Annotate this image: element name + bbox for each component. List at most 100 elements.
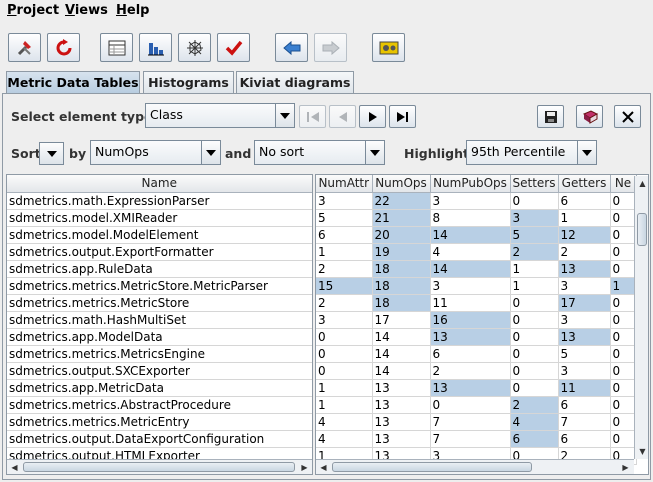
metric-value-cell[interactable]: 0 bbox=[610, 328, 637, 346]
metric-value-cell[interactable]: 12 bbox=[558, 226, 611, 244]
element-name-cell[interactable]: sdmetrics.output.ExportFormatter bbox=[7, 243, 312, 261]
element-name-cell[interactable]: sdmetrics.metrics.MetricEntry bbox=[7, 413, 312, 431]
check-rules-button[interactable] bbox=[217, 33, 250, 62]
table-row[interactable]: sdmetrics.metrics.MetricStore.MetricPars… bbox=[7, 277, 312, 295]
metric-value-cell[interactable]: 14 bbox=[430, 260, 511, 278]
element-name-cell[interactable]: sdmetrics.metrics.MetricStore bbox=[7, 294, 312, 312]
back-button[interactable] bbox=[275, 33, 308, 62]
forward-button[interactable] bbox=[314, 33, 347, 62]
metric-value-cell[interactable]: 7 bbox=[430, 430, 511, 448]
table-row[interactable]: sdmetrics.app.ModelData bbox=[7, 328, 312, 346]
table-row[interactable]: sdmetrics.app.RuleData bbox=[7, 260, 312, 278]
metric-value-cell[interactable]: 13 bbox=[372, 379, 431, 397]
metric-value-cell[interactable]: 0 bbox=[610, 396, 637, 414]
table-row[interactable]: sdmetrics.output.SXCExporter bbox=[7, 362, 312, 380]
scroll-right-icon[interactable]: ▶ bbox=[618, 460, 633, 474]
table-row[interactable]: 4 13 7 6 6 0 bbox=[316, 430, 637, 448]
metric-value-cell[interactable]: 17 bbox=[372, 311, 431, 329]
metric-value-cell[interactable]: 3 bbox=[558, 277, 611, 295]
element-name-cell[interactable]: sdmetrics.math.HashMultiSet bbox=[7, 311, 312, 329]
metric-value-cell[interactable]: 0 bbox=[610, 294, 637, 312]
metric-value-cell[interactable]: 6 bbox=[558, 192, 611, 210]
refresh-button[interactable] bbox=[47, 33, 80, 62]
element-info-button[interactable] bbox=[576, 105, 603, 128]
element-name-cell[interactable]: sdmetrics.app.RuleData bbox=[7, 260, 312, 278]
table-row[interactable]: sdmetrics.math.ExpressionParser bbox=[7, 192, 312, 210]
scroll-down-icon[interactable]: ▼ bbox=[635, 444, 648, 459]
table-row[interactable]: 0 14 13 0 13 0 bbox=[316, 328, 637, 346]
metric-column-header[interactable]: Setters bbox=[510, 175, 559, 193]
metric-value-cell[interactable]: 11 bbox=[430, 294, 511, 312]
metric-value-cell[interactable]: 0 bbox=[610, 209, 637, 227]
table-row[interactable]: 0 14 2 0 3 0 bbox=[316, 362, 637, 380]
metric-value-cell[interactable]: 21 bbox=[372, 209, 431, 227]
metric-column-header[interactable]: Getters bbox=[558, 175, 611, 193]
metric-column-header[interactable]: NumAttr bbox=[316, 175, 373, 193]
metric-value-cell[interactable]: 5 bbox=[558, 345, 611, 363]
scroll-right-icon[interactable]: ▶ bbox=[297, 460, 312, 474]
first-element-button[interactable] bbox=[299, 105, 326, 128]
metric-value-cell[interactable]: 1 bbox=[316, 379, 373, 397]
metric-value-cell[interactable]: 14 bbox=[430, 226, 511, 244]
metric-value-cell[interactable]: 4 bbox=[316, 413, 373, 431]
element-name-cell[interactable]: sdmetrics.metrics.MetricStore.MetricPars… bbox=[7, 277, 312, 295]
metric-value-cell[interactable]: 6 bbox=[430, 345, 511, 363]
metric-value-cell[interactable]: 5 bbox=[510, 226, 559, 244]
metrics-horizontal-scrollbar[interactable]: ◀ ▶ bbox=[316, 459, 634, 474]
metric-value-cell[interactable]: 0 bbox=[610, 345, 637, 363]
metric-column-header[interactable]: NumPubOps bbox=[430, 175, 511, 193]
metric-value-cell[interactable]: 20 bbox=[372, 226, 431, 244]
metric-value-cell[interactable]: 16 bbox=[430, 311, 511, 329]
table-row[interactable]: 3 17 16 0 3 0 bbox=[316, 311, 637, 329]
metric-value-cell[interactable]: 6 bbox=[316, 226, 373, 244]
metric-value-cell[interactable]: 2 bbox=[510, 243, 559, 261]
table-row[interactable]: 1 13 0 2 6 0 bbox=[316, 396, 637, 414]
highlight-select[interactable]: 95th Percentile bbox=[466, 140, 597, 165]
vertical-scroll-thumb[interactable] bbox=[637, 213, 647, 246]
element-name-cell[interactable]: sdmetrics.model.XMIReader bbox=[7, 209, 312, 227]
name-column-header[interactable]: Name bbox=[7, 175, 312, 193]
metric-value-cell[interactable]: 13 bbox=[430, 379, 511, 397]
table-row[interactable]: sdmetrics.metrics.MetricEntry bbox=[7, 413, 312, 431]
metric-value-cell[interactable]: 0 bbox=[610, 226, 637, 244]
tab-histograms[interactable]: Histograms bbox=[143, 71, 234, 93]
metric-value-cell[interactable]: 2 bbox=[510, 396, 559, 414]
table-row[interactable]: sdmetrics.metrics.MetricStore bbox=[7, 294, 312, 312]
metric-value-cell[interactable]: 0 bbox=[510, 345, 559, 363]
metric-value-cell[interactable]: 22 bbox=[372, 192, 431, 210]
tab-kiviat-diagrams[interactable]: Kiviat diagrams bbox=[236, 71, 354, 93]
tab-metric-data-tables[interactable]: Metric Data Tables bbox=[6, 71, 140, 93]
metric-value-cell[interactable]: 1 bbox=[510, 260, 559, 278]
metric-value-cell[interactable]: 3 bbox=[430, 192, 511, 210]
metric-value-cell[interactable]: 8 bbox=[430, 209, 511, 227]
element-name-cell[interactable]: sdmetrics.metrics.AbstractProcedure bbox=[7, 396, 312, 414]
then-sort-by-select[interactable]: No sort bbox=[254, 140, 385, 165]
metric-value-cell[interactable]: 2 bbox=[316, 294, 373, 312]
close-button[interactable] bbox=[614, 105, 641, 128]
metric-value-cell[interactable]: 0 bbox=[510, 192, 559, 210]
table-view-button[interactable] bbox=[100, 33, 133, 62]
table-row[interactable]: 15 18 3 1 3 1 bbox=[316, 277, 637, 295]
metric-value-cell[interactable]: 18 bbox=[372, 277, 431, 295]
metric-value-cell[interactable]: 3 bbox=[558, 362, 611, 380]
element-name-cell[interactable]: sdmetrics.metrics.MetricsEngine bbox=[7, 345, 312, 363]
metric-value-cell[interactable]: 0 bbox=[510, 379, 559, 397]
metric-value-cell[interactable]: 0 bbox=[510, 311, 559, 329]
metric-value-cell[interactable]: 0 bbox=[610, 260, 637, 278]
metric-value-cell[interactable]: 17 bbox=[558, 294, 611, 312]
metric-value-cell[interactable]: 13 bbox=[558, 260, 611, 278]
scroll-up-icon[interactable]: ▲ bbox=[635, 176, 648, 191]
metric-value-cell[interactable]: 5 bbox=[316, 209, 373, 227]
table-row[interactable]: sdmetrics.app.MetricData bbox=[7, 379, 312, 397]
metric-value-cell[interactable]: 0 bbox=[610, 430, 637, 448]
metric-value-cell[interactable]: 0 bbox=[316, 362, 373, 380]
metric-value-cell[interactable]: 1 bbox=[510, 277, 559, 295]
metric-value-cell[interactable]: 7 bbox=[430, 413, 511, 431]
table-row[interactable]: 2 18 11 0 17 0 bbox=[316, 294, 637, 312]
metric-value-cell[interactable]: 13 bbox=[372, 396, 431, 414]
element-name-cell[interactable]: sdmetrics.output.SXCExporter bbox=[7, 362, 312, 380]
metric-value-cell[interactable]: 13 bbox=[372, 413, 431, 431]
scroll-left-icon[interactable]: ◀ bbox=[316, 460, 331, 474]
metric-value-cell[interactable]: 0 bbox=[430, 396, 511, 414]
table-row[interactable]: sdmetrics.math.HashMultiSet bbox=[7, 311, 312, 329]
